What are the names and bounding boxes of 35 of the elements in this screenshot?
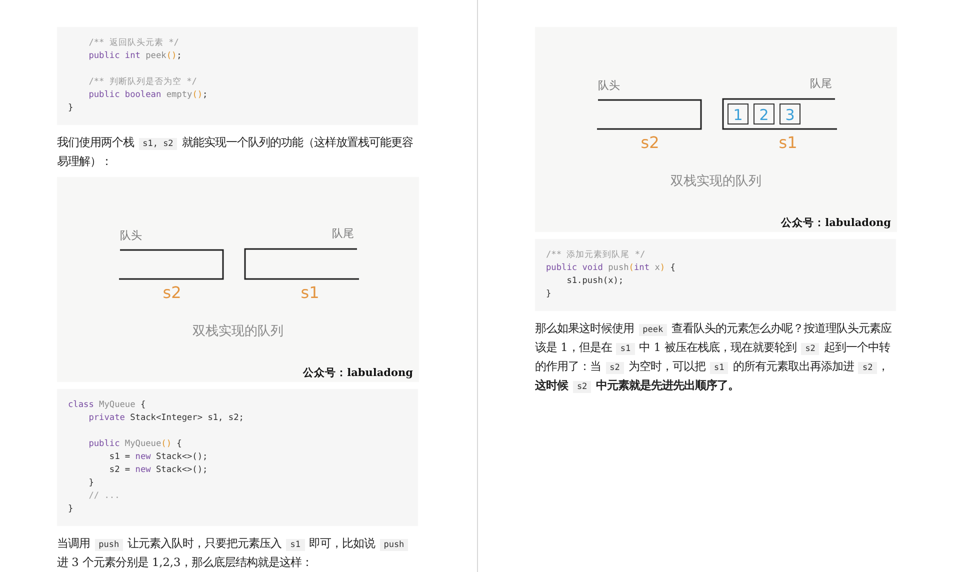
code-line: /** 判断队列是否为空 */ [88,76,198,89]
code-line: public MyQueue() { [88,438,183,451]
head-label: 队头 [598,79,620,92]
code-line: } [68,503,74,516]
diagram-caption: 双栈实现的队列 [192,324,284,339]
code-line: } [546,288,552,301]
head-label: 队头 [120,229,142,242]
tail-label: 队尾 [332,227,354,240]
code-line: } [68,102,74,115]
stack-element: 2 [754,104,774,124]
stack-element: 1 [728,104,748,124]
code-line: s1.push(x); [566,275,625,288]
stack-label: s1 [300,283,320,302]
code-line: } [88,477,95,490]
code-line: s1 = new Stack<>(); [108,451,209,464]
paragraph: 那么如果这时候使用 peek 查看队头的元素怎么办呢？按道理队头元素应该是 1，但是在 s1 中 1 被压在栈底，现在就要轮到 s2 起到一个中转的作用了：当 s2 为空时，可以把 s1 的所有元素取出再添加进 s2 ， 这时候 s2 中元素就是先进先出顺序了。 [535,321,893,395]
code-line: public int peek(); [88,50,183,63]
paragraph: 当调用 push 让元素入队时，只要把元素压入 s1 即可，比如说 push 进 3 个元素分别是 1,2,3，那么底层结构就是这样： [57,535,418,571]
code-line: /** 返回队头元素 */ [88,37,180,50]
credit-text: 公众号：labuladong [781,217,891,229]
code-line: s2 = new Stack<>(); [108,464,209,477]
code-line: public void push(int x) { [546,262,676,275]
stack-element: 3 [780,104,800,124]
credit-text: 公众号：labuladong [303,367,413,379]
code-line: class MyQueue { [68,399,147,412]
code-line: private Stack<Integer> s1, s2; [88,412,245,425]
code-line: public boolean empty(); [88,89,209,102]
code-line: /** 添加元素到队尾 */ [546,249,646,262]
code-line: // ... [88,490,121,503]
tail-label: 队尾 [810,77,832,90]
stack-label: s1 [778,133,798,152]
diagram-caption: 双栈实现的队列 [670,174,762,189]
paragraph: 我们使用两个栈 s1, s2 就能实现一个队列的功能（这样放置栈可能更容易理解）： [57,135,414,170]
stack-label: s2 [162,283,182,302]
stack-label: s2 [640,133,660,152]
